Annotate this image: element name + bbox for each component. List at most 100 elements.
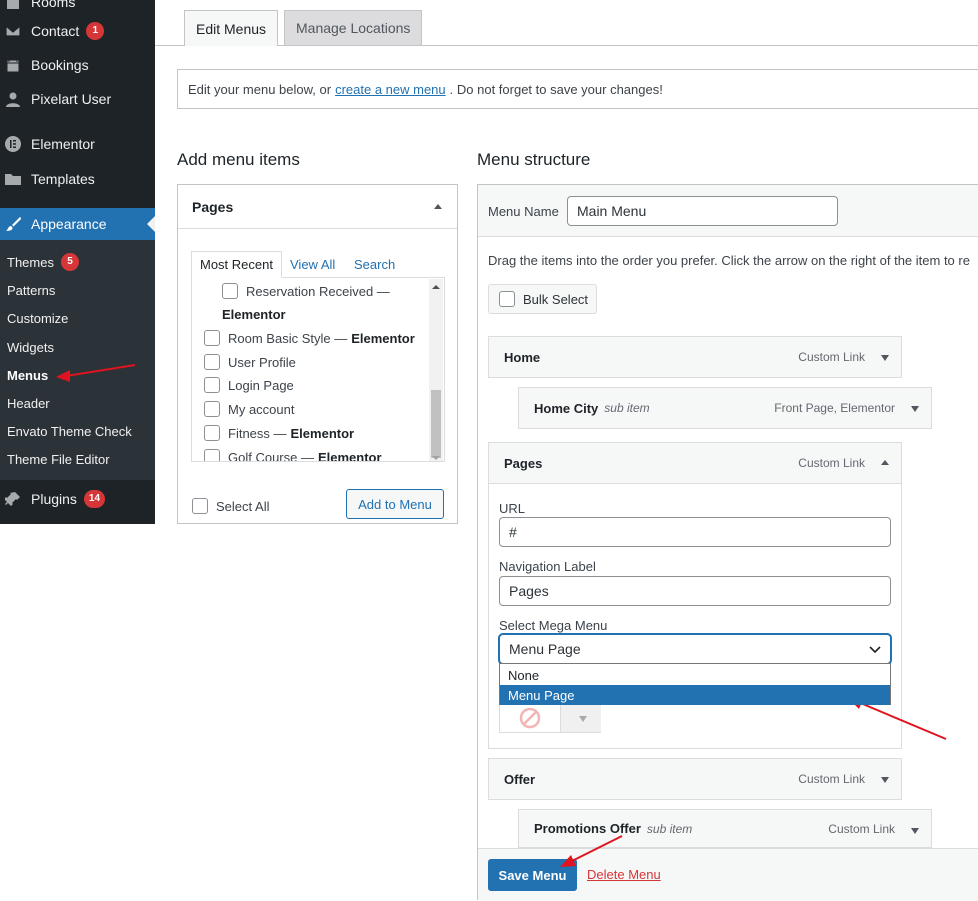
scroll-down-icon[interactable] (432, 456, 440, 460)
submenu-item-patterns[interactable]: Patterns (7, 280, 55, 300)
submenu-item-customize[interactable]: Customize (7, 308, 68, 328)
sidebar-item-contact[interactable]: Contact 1 (0, 15, 155, 47)
add-to-menu-button[interactable]: Add to Menu (346, 489, 444, 519)
submenu-item-theme-file-editor[interactable]: Theme File Editor (7, 449, 110, 469)
sidebar-item-plugins[interactable]: Plugins 14 (0, 483, 155, 515)
list-scrollbar[interactable] (429, 279, 443, 461)
submenu-item-menus[interactable]: Menus (7, 365, 48, 385)
navigation-label-input[interactable]: Pages (499, 576, 891, 606)
tab-edit-menus[interactable]: Edit Menus (184, 10, 279, 46)
sidebar-item-bookings[interactable]: Bookings (0, 49, 155, 81)
dropdown-arrow-icon (579, 716, 587, 722)
sidebar-item-label: Rooms (31, 0, 76, 10)
expand-arrow-icon[interactable] (881, 355, 889, 361)
list-item[interactable]: Golf Course — Elementor (204, 447, 382, 462)
notice-text: . Do not forget to save your changes! (449, 81, 663, 97)
sidebar-item-label: Appearance (31, 216, 107, 232)
list-item[interactable]: Login Page (204, 375, 294, 395)
notification-badge: 1 (86, 22, 105, 40)
menu-item-type: Custom Link (798, 456, 865, 470)
create-new-menu-link[interactable]: create a new menu (335, 82, 446, 97)
option-none[interactable]: None (500, 665, 890, 685)
menu-name-input[interactable]: Main Menu (567, 196, 838, 226)
sidebar-item-label: Contact (31, 23, 80, 39)
menu-item-settings: URL # Navigation Label Pages Select Mega… (488, 484, 902, 749)
menu-item-promotions-offer[interactable]: Promotions Offer sub item Custom Link (518, 809, 932, 848)
navigation-label-label: Navigation Label (499, 559, 596, 574)
delete-menu-link[interactable]: Delete Menu (587, 867, 661, 882)
menu-item-home-city[interactable]: Home City sub item Front Page, Elementor (518, 387, 932, 429)
page-label: Reservation Received — (246, 283, 390, 299)
building-icon (5, 0, 21, 10)
sidebar-item-elementor[interactable]: Elementor (0, 128, 155, 160)
notice-text: Edit your menu below, or (188, 81, 332, 97)
subtab-search[interactable]: Search (354, 251, 395, 278)
submenu-item-header[interactable]: Header (7, 393, 50, 413)
expand-arrow-icon[interactable] (881, 777, 889, 783)
bulk-select-button[interactable]: Bulk Select (488, 284, 597, 314)
pages-subtabs: Most Recent View All Search (191, 251, 444, 278)
checkbox[interactable] (222, 283, 238, 299)
elementor-icon (5, 136, 21, 152)
mega-menu-select[interactable]: Menu Page (499, 634, 891, 664)
update-badge: 5 (60, 253, 79, 271)
add-menu-items-heading: Add menu items (177, 150, 300, 169)
menu-item-title: Home (504, 349, 541, 365)
sidebar-item-appearance[interactable]: Appearance (0, 208, 155, 240)
list-item[interactable]: Reservation Received — (222, 281, 390, 301)
sidebar-item-pixelart-user[interactable]: Pixelart User (0, 83, 155, 115)
select-all-control[interactable]: Select All (192, 498, 269, 514)
scroll-up-icon[interactable] (432, 285, 440, 289)
bulk-select-checkbox[interactable] (499, 291, 515, 307)
collapse-arrow-icon[interactable] (434, 204, 442, 209)
list-item[interactable]: Fitness — Elementor (204, 423, 354, 443)
page-suffix: Elementor (317, 449, 382, 462)
list-item[interactable]: My account (204, 399, 294, 419)
menu-structure-heading: Menu structure (477, 150, 591, 169)
checkbox[interactable] (204, 330, 220, 346)
page-label: User Profile (228, 354, 296, 370)
collapse-arrow-icon[interactable] (881, 460, 889, 465)
expand-arrow-icon[interactable] (911, 828, 919, 834)
select-all-label: Select All (216, 498, 270, 514)
checkbox[interactable] (204, 449, 220, 461)
checkbox[interactable] (204, 425, 220, 441)
menu-item-home[interactable]: Home Custom Link (488, 336, 902, 378)
menu-item-title: Home City (534, 400, 599, 416)
submenu-item-envato-theme-check[interactable]: Envato Theme Check (7, 421, 132, 441)
save-menu-button[interactable]: Save Menu (488, 859, 577, 891)
scroll-thumb[interactable] (431, 390, 441, 458)
list-item[interactable]: Room Basic Style — Elementor (204, 328, 415, 348)
mega-menu-label: Select Mega Menu (499, 618, 608, 633)
checkbox[interactable] (204, 377, 220, 393)
option-menu-page[interactable]: Menu Page (500, 685, 890, 705)
subtab-view-all[interactable]: View All (290, 251, 335, 278)
select-all-checkbox[interactable] (192, 498, 208, 514)
pages-checklist: Reservation Received — Elementor Room Ba… (191, 277, 445, 462)
expand-arrow-icon[interactable] (911, 406, 919, 412)
icon-picker-toggle[interactable] (560, 704, 601, 732)
mega-menu-options: None Menu Page (499, 663, 891, 705)
menu-item-pages[interactable]: Pages Custom Link (488, 442, 902, 484)
panel-title: Pages (192, 198, 234, 215)
url-input[interactable]: # (499, 517, 891, 547)
icon-picker[interactable] (499, 703, 601, 733)
page-label: My account (228, 401, 295, 417)
subtab-most-recent[interactable]: Most Recent (191, 251, 282, 278)
checkbox[interactable] (204, 401, 220, 417)
pages-panel-header[interactable]: Pages (178, 185, 457, 229)
mega-menu-selected: Menu Page (509, 641, 581, 657)
checkbox[interactable] (204, 354, 220, 370)
submenu-item-widgets[interactable]: Widgets (7, 337, 54, 357)
menu-item-offer[interactable]: Offer Custom Link (488, 758, 902, 800)
calendar-icon (5, 57, 21, 73)
tab-manage-locations[interactable]: Manage Locations (284, 10, 423, 45)
sidebar-item-label: Templates (31, 171, 95, 187)
submenu-item-themes[interactable]: Themes 5 (7, 252, 79, 272)
drag-instructions: Drag the items into the order you prefer… (488, 253, 970, 268)
page-label: Golf Course — (228, 449, 314, 462)
list-item[interactable]: User Profile (204, 352, 296, 372)
plugin-icon (5, 491, 21, 507)
info-notice: Edit your menu below, or create a new me… (177, 69, 978, 109)
sidebar-item-templates[interactable]: Templates (0, 163, 155, 195)
